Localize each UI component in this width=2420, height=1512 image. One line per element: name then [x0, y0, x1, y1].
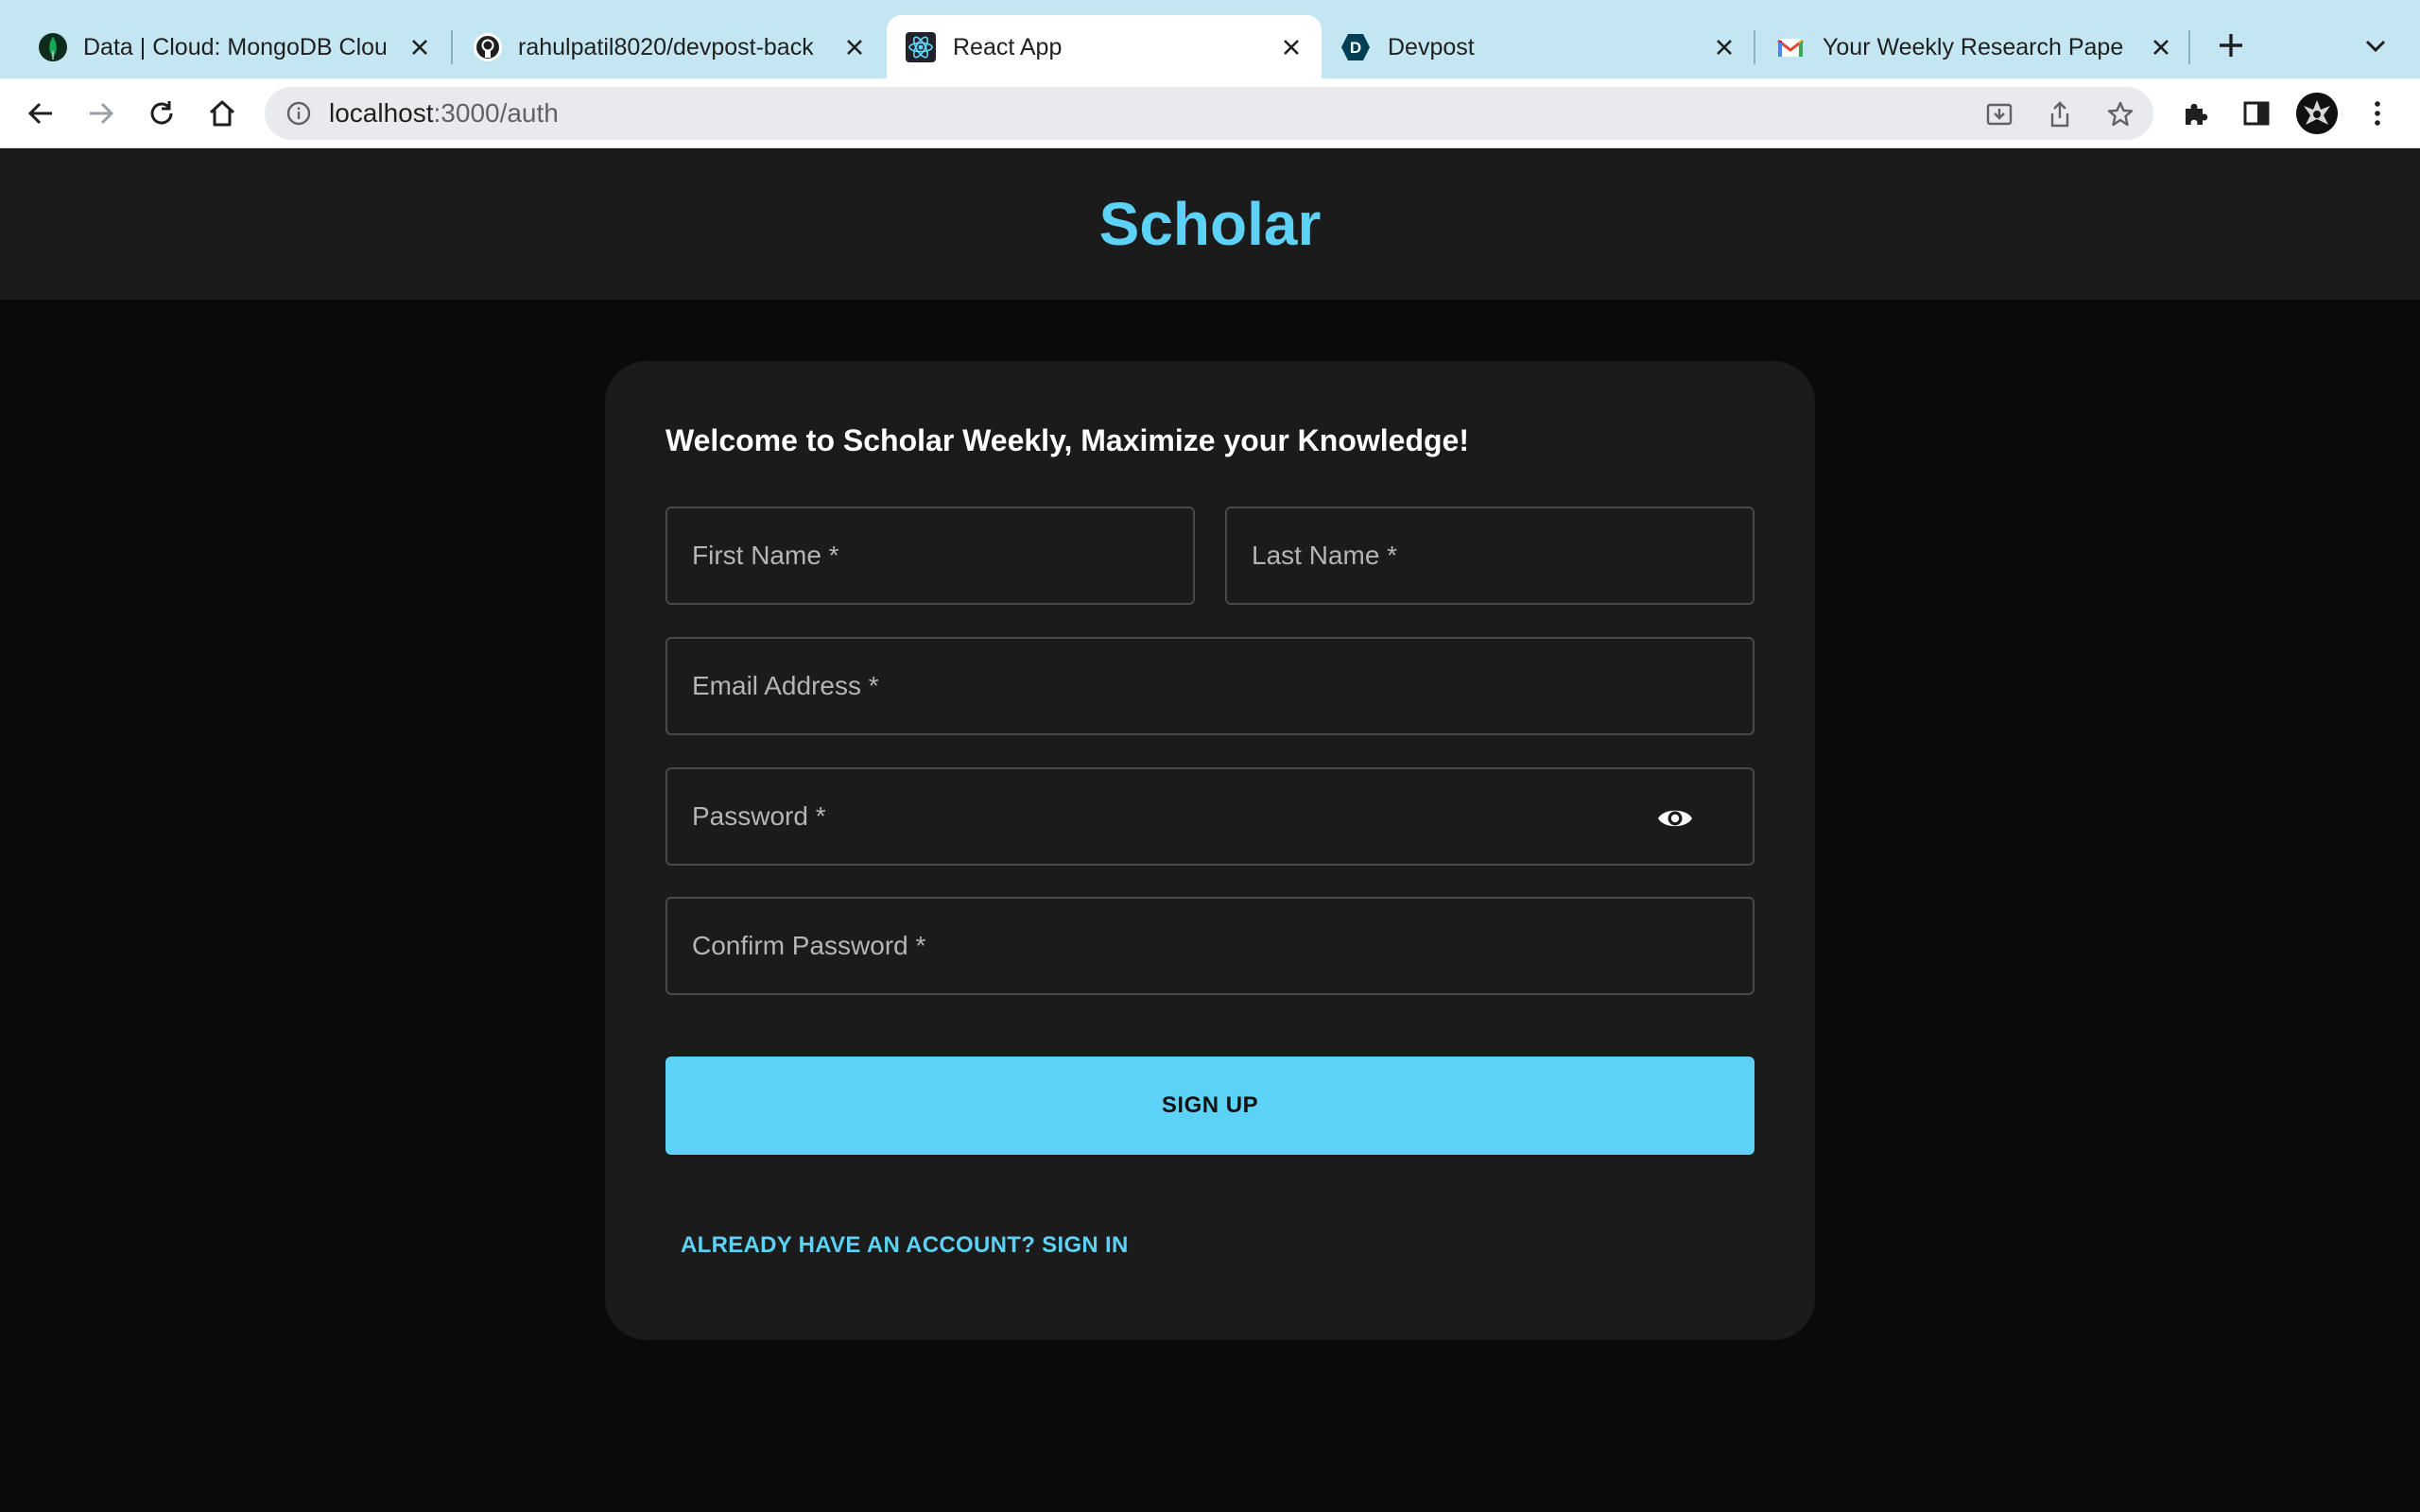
tab-search-chevron-down-icon[interactable]: [2361, 32, 2390, 60]
signup-card: Welcome to Scholar Weekly, Maximize your…: [605, 361, 1815, 1340]
first-name-input[interactable]: [667, 508, 1193, 603]
back-arrow-icon[interactable]: [23, 95, 59, 131]
svg-text:D: D: [1350, 39, 1361, 57]
github-icon: [473, 32, 503, 62]
url-host: localhost: [329, 98, 434, 128]
tab-devpost[interactable]: D Devpost: [1322, 15, 1756, 78]
address-bar[interactable]: localhost:3000/auth: [265, 87, 2153, 140]
new-tab-plus-icon[interactable]: [2214, 28, 2248, 62]
install-app-icon[interactable]: [1985, 100, 2014, 129]
browser-toolbar: localhost:3000/auth: [0, 78, 2420, 148]
tab-mongodb[interactable]: Data | Cloud: MongoDB Cloud: [0, 15, 444, 78]
close-icon[interactable]: [2148, 34, 2174, 60]
home-icon[interactable]: [204, 95, 240, 131]
close-icon[interactable]: [1711, 34, 1737, 60]
tab-title: rahulpatil8020/devpost-backend: [518, 34, 813, 60]
reload-icon[interactable]: [144, 95, 180, 131]
browser-tab-strip: Data | Cloud: MongoDB Cloud rahulpatil80…: [0, 0, 2420, 78]
tab-separator: [2188, 30, 2190, 64]
devpost-icon: D: [1340, 32, 1371, 62]
mongodb-leaf-icon: [38, 32, 68, 62]
sign-up-button[interactable]: SIGN UP: [666, 1057, 1754, 1155]
url-path: :3000/auth: [433, 98, 559, 128]
first-name-field: [666, 507, 1195, 605]
tab-title: Data | Cloud: MongoDB Cloud: [83, 34, 386, 60]
form-heading: Welcome to Scholar Weekly, Maximize your…: [666, 423, 1469, 457]
tab-title: Devpost: [1388, 34, 1475, 60]
close-icon[interactable]: [1278, 34, 1305, 60]
password-input[interactable]: [667, 769, 1753, 864]
site-info-icon[interactable]: [285, 100, 312, 127]
tab-gmail[interactable]: Your Weekly Research Paper: [1758, 15, 2193, 78]
forward-arrow-icon[interactable]: [83, 95, 119, 131]
tab-title: React App: [953, 34, 1063, 60]
sign-in-link[interactable]: ALREADY HAVE AN ACCOUNT? SIGN IN: [681, 1232, 1129, 1259]
tab-title: Your Weekly Research Paper: [1823, 34, 2125, 60]
share-icon[interactable]: [2046, 100, 2074, 129]
react-icon: [906, 32, 936, 62]
extensions-puzzle-icon[interactable]: [2178, 95, 2214, 131]
last-name-input[interactable]: [1227, 508, 1753, 603]
profile-avatar[interactable]: [2296, 93, 2338, 134]
gmail-icon: [1775, 32, 1806, 62]
url-text[interactable]: localhost:3000/auth: [329, 98, 559, 129]
tab-separator: [1754, 30, 1755, 64]
side-panel-icon[interactable]: [2238, 95, 2274, 131]
tab-github[interactable]: rahulpatil8020/devpost-backend: [454, 15, 885, 78]
brand-title: Scholar: [1098, 190, 1322, 258]
last-name-field: [1225, 507, 1754, 605]
close-icon[interactable]: [406, 34, 433, 60]
confirm-password-field: [666, 897, 1754, 995]
tab-separator: [451, 30, 453, 64]
app-header: Scholar: [0, 148, 2420, 300]
show-password-eye-icon[interactable]: [1656, 801, 1694, 835]
email-input[interactable]: [667, 639, 1753, 733]
tab-react-app[interactable]: React App: [887, 15, 1322, 78]
close-icon[interactable]: [841, 34, 868, 60]
bookmark-star-icon[interactable]: [2106, 100, 2135, 129]
more-vertical-icon[interactable]: [2360, 95, 2395, 131]
confirm-password-input[interactable]: [667, 899, 1753, 993]
email-field: [666, 637, 1754, 735]
password-field: [666, 767, 1754, 866]
